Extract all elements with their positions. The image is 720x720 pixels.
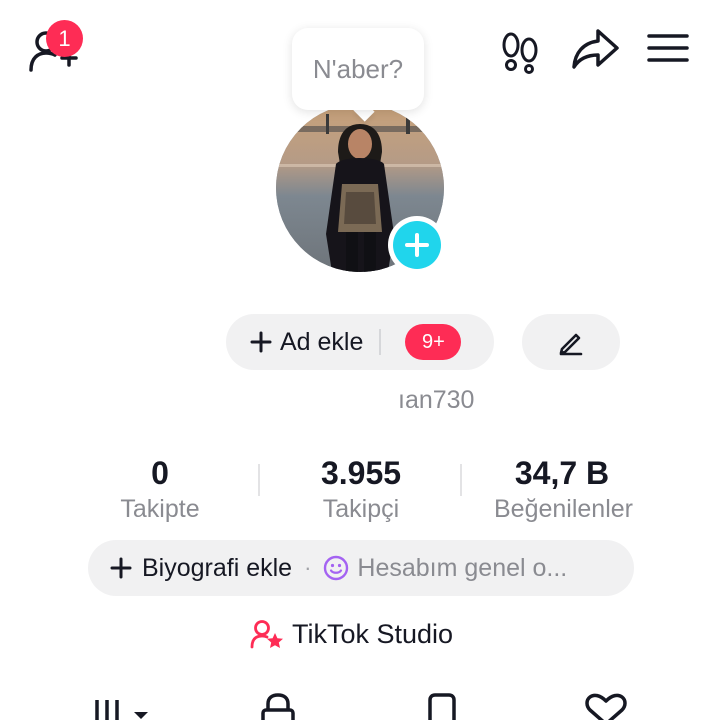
status-bubble[interactable]: N'aber? [292, 28, 424, 110]
plus-icon [110, 557, 132, 579]
notification-badge: 1 [46, 20, 83, 57]
stat-likes[interactable]: 34,7 B Beğenilenler [494, 454, 633, 524]
username: ıan730 [398, 386, 475, 414]
bookmark-icon [428, 693, 456, 720]
stat-divider [460, 464, 462, 496]
share-icon [572, 29, 619, 69]
stat-followers-value: 3.955 [320, 455, 402, 491]
add-name-label: Ad ekle [280, 327, 364, 356]
stat-divider [258, 464, 260, 496]
footprint-icon [502, 32, 538, 74]
tab-videos[interactable] [92, 688, 152, 720]
profile-views-button[interactable] [498, 30, 542, 74]
smiley-icon [324, 555, 349, 581]
add-name-count-badge: 9+ [405, 324, 462, 360]
stat-followers-label: Takipçi [322, 495, 400, 523]
stat-following-value: 0 [151, 455, 169, 491]
stat-likes-value: 34,7 B [514, 455, 610, 491]
tab-saved[interactable] [424, 688, 460, 720]
stat-following[interactable]: 0 Takipte [96, 454, 224, 524]
stat-likes-label: Beğenilenler [494, 495, 633, 523]
add-avatar-button[interactable] [388, 216, 446, 274]
creator-star-icon [250, 620, 283, 649]
plus-icon [250, 331, 272, 353]
stat-followers[interactable]: 3.955 Takipçi [296, 454, 426, 524]
account-status-text: Hesabım genel o... [357, 553, 568, 582]
tiktok-studio-link[interactable]: TikTok Studio [250, 618, 453, 650]
add-name-button[interactable]: Ad ekle 9+ [226, 314, 494, 370]
add-bio-label: Biyografi ekle [142, 553, 293, 582]
tab-private[interactable] [258, 688, 298, 720]
stat-following-label: Takipte [120, 495, 200, 523]
menu-button[interactable] [646, 32, 690, 64]
videos-grid-icon [95, 700, 148, 720]
bio-separator: · [304, 555, 312, 580]
tab-liked[interactable] [584, 688, 628, 720]
pencil-icon [559, 333, 583, 356]
edit-profile-button[interactable] [522, 314, 620, 370]
pill-divider [379, 329, 382, 355]
heart-icon [585, 693, 627, 720]
share-button[interactable] [570, 26, 622, 72]
add-bio-button[interactable]: Biyografi ekle · Hesabım genel o... [88, 540, 634, 596]
tiktok-studio-label: TikTok Studio [292, 618, 454, 649]
lock-icon [261, 693, 295, 720]
status-bubble-text: N'aber? [312, 53, 404, 84]
menu-icon [647, 34, 689, 62]
plus-icon [405, 233, 429, 257]
